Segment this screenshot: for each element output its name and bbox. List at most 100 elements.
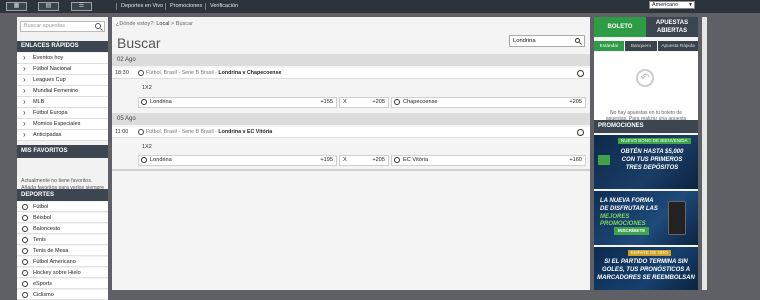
sidebar-search-input[interactable]: Buscar apuestas <box>20 21 105 32</box>
main-search-input[interactable]: Londrina <box>509 35 585 47</box>
breadcrumb: ¿Dónde estoy?: Local > Buscar <box>116 21 193 27</box>
quick-link-mundial-femenino[interactable]: Mundial Femenino <box>17 86 108 97</box>
grid-large-icon[interactable]: ▦ <box>6 2 27 11</box>
odds-row: Londrina +195 X +205 EC Vitória +160 <box>138 155 586 166</box>
breadcrumb-local[interactable]: Local <box>156 21 169 27</box>
divider <box>112 169 590 171</box>
promo-banner-signup[interactable]: LA NUEVA FORMA DE DISFRUTAR LAS MEJORES … <box>594 191 698 245</box>
sport-item-baloncesto[interactable]: Baloncesto <box>17 224 108 234</box>
promo-line: LA NUEVA FORMA <box>600 198 654 204</box>
soccer-ball-icon <box>141 99 147 105</box>
betslip-panel: BOLETO APUESTAS ABIERTAS Estándar Banque… <box>594 17 698 290</box>
promo-banner-welcome[interactable]: NUEVO BONO DE BIENVENIDA OBTÉN HASTA $5,… <box>594 135 698 189</box>
odds-home-button[interactable]: Londrina +155 <box>138 97 337 108</box>
favorites-header: MIS FAVORITOS <box>17 145 108 158</box>
signup-button[interactable]: INSCRÍBETE <box>614 227 650 235</box>
sport-item-tenis[interactable]: Tenis <box>17 235 108 245</box>
promo-line: DE DISFRUTAR LAS <box>600 206 658 212</box>
team-name: EC Vitória <box>403 157 429 163</box>
nav-separator <box>205 3 206 10</box>
table-tennis-icon <box>22 248 28 254</box>
promotions-header: PROMOCIONES <box>594 120 698 133</box>
odds-value: +205 <box>372 99 385 105</box>
list-icon[interactable]: ☰ <box>71 2 92 11</box>
event-title: Fútbol, Brasil - Serie B Brasil - Londri… <box>146 129 272 135</box>
quick-link-leagues-cup[interactable]: Leagues Cup <box>17 75 108 86</box>
promo-line: SI EL PARTIDO TERMINA SIN <box>604 259 688 265</box>
event-header[interactable]: 11:00 Fútbol, Brasil - Serie B Brasil - … <box>112 127 590 138</box>
subtab-quick-bet[interactable]: Apuesta Rápida <box>658 41 698 51</box>
soccer-ball-icon <box>138 129 144 135</box>
sport-item-ciclismo[interactable]: Ciclismo <box>17 290 108 300</box>
quick-link-futbol-nacional[interactable]: Fútbol Nacional <box>17 64 108 75</box>
odds-home-button[interactable]: Londrina +195 <box>138 155 337 166</box>
tab-boleto[interactable]: BOLETO <box>594 17 646 37</box>
quick-link-mlb[interactable]: MLB <box>17 97 108 108</box>
quick-link-anticipadas[interactable]: Anticipadas <box>17 130 108 141</box>
breadcrumb-separator: > <box>171 21 175 27</box>
promo-line: MEJORES PROMOCIONES <box>600 214 646 227</box>
event-competition: Fútbol, Brasil - Serie B Brasil - <box>146 129 219 135</box>
sport-label: Hockey sobre Hielo <box>33 270 81 276</box>
search-placeholder: Buscar apuestas <box>24 23 65 29</box>
tennis-ball-icon <box>22 237 28 243</box>
promo-line: OBTÉN HASTA $5,000 <box>620 149 684 155</box>
sport-item-esports[interactable]: eSports <box>17 279 108 289</box>
tab-open-bets[interactable]: APUESTAS ABIERTAS <box>646 17 698 37</box>
draw-label: X <box>343 157 347 163</box>
nav-promotions[interactable]: Promociones <box>170 3 202 10</box>
gift-icon <box>598 155 610 165</box>
sport-item-futbol-americano[interactable]: Fútbol Americano <box>17 257 108 267</box>
soccer-ball-icon <box>138 70 144 76</box>
search-value: Londrina <box>513 38 536 44</box>
market-label: 1X2 <box>138 83 586 93</box>
search-icon[interactable] <box>575 38 580 43</box>
odds-value: +195 <box>320 157 333 163</box>
quick-link-futbol-europa[interactable]: Fútbol Europa <box>17 108 108 119</box>
soccer-ball-icon <box>22 204 28 210</box>
phone-image <box>668 201 686 235</box>
date-header: 02 Ago <box>112 54 590 66</box>
promo-line: TRES DEPÓSITOS <box>625 165 679 171</box>
sport-item-beisbol[interactable]: Béisbol <box>17 213 108 223</box>
event-match[interactable]: Londrina v Chapecoense <box>218 70 281 76</box>
chevron-down-icon: ▼ <box>688 2 693 8</box>
soccer-ball-icon <box>141 157 147 163</box>
event-header[interactable]: 18:30 Fútbol, Brasil - Serie B Brasil - … <box>112 68 590 79</box>
back-arrow-icon: ↶ <box>636 69 654 87</box>
sport-label: Tenis <box>33 237 46 243</box>
esports-icon <box>22 281 28 287</box>
grid-small-icon[interactable]: ▤ <box>38 2 59 11</box>
odds-away-button[interactable]: EC Vitória +160 <box>391 155 586 166</box>
sport-item-tenis-de-mesa[interactable]: Tenis de Mesa <box>17 246 108 256</box>
odds-row: Londrina +155 X +205 Chapecoense +205 <box>138 97 586 108</box>
team-name: Londrina <box>150 99 172 105</box>
search-icon[interactable] <box>95 23 101 29</box>
nav-separator <box>165 3 166 10</box>
team-name: Londrina <box>150 157 172 163</box>
language-select[interactable]: Americano ▼ <box>649 1 695 9</box>
page-scrollbar[interactable] <box>702 17 707 290</box>
odds-away-button[interactable]: Chapecoense +205 <box>391 97 586 108</box>
basketball-icon <box>22 226 28 232</box>
odds-draw-button[interactable]: X +205 <box>339 97 389 108</box>
promo-tag: NUEVO BONO DE BIENVENIDA <box>618 138 691 144</box>
sport-item-hockey[interactable]: Hockey sobre Hielo <box>17 268 108 278</box>
sport-label: Ciclismo <box>33 292 54 298</box>
sport-item-futbol[interactable]: Fútbol <box>17 202 108 212</box>
sport-label: Béisbol <box>33 215 52 221</box>
nav-verification[interactable]: Verificación <box>210 3 238 10</box>
stopwatch-icon <box>577 129 584 136</box>
nav-live-sports[interactable]: Deportes en Vivo <box>121 3 163 10</box>
quick-link-eventos-hoy[interactable]: Eventos hoy <box>17 53 108 64</box>
event-match[interactable]: Londrina v EC Vitória <box>218 129 272 135</box>
nav-separator <box>116 3 117 10</box>
subtab-standard[interactable]: Estándar <box>594 41 624 51</box>
soccer-ball-icon <box>394 157 400 163</box>
soccer-ball-icon <box>394 99 400 105</box>
odds-draw-button[interactable]: X +205 <box>339 155 389 166</box>
subtab-banker[interactable]: Banquero <box>625 41 657 51</box>
quick-link-momios-especiales[interactable]: Momios Especiales <box>17 119 108 130</box>
american-football-icon <box>22 259 28 265</box>
promo-banner-empate[interactable]: EMPATE DE ORO SI EL PARTIDO TERMINA SIN … <box>594 247 698 290</box>
